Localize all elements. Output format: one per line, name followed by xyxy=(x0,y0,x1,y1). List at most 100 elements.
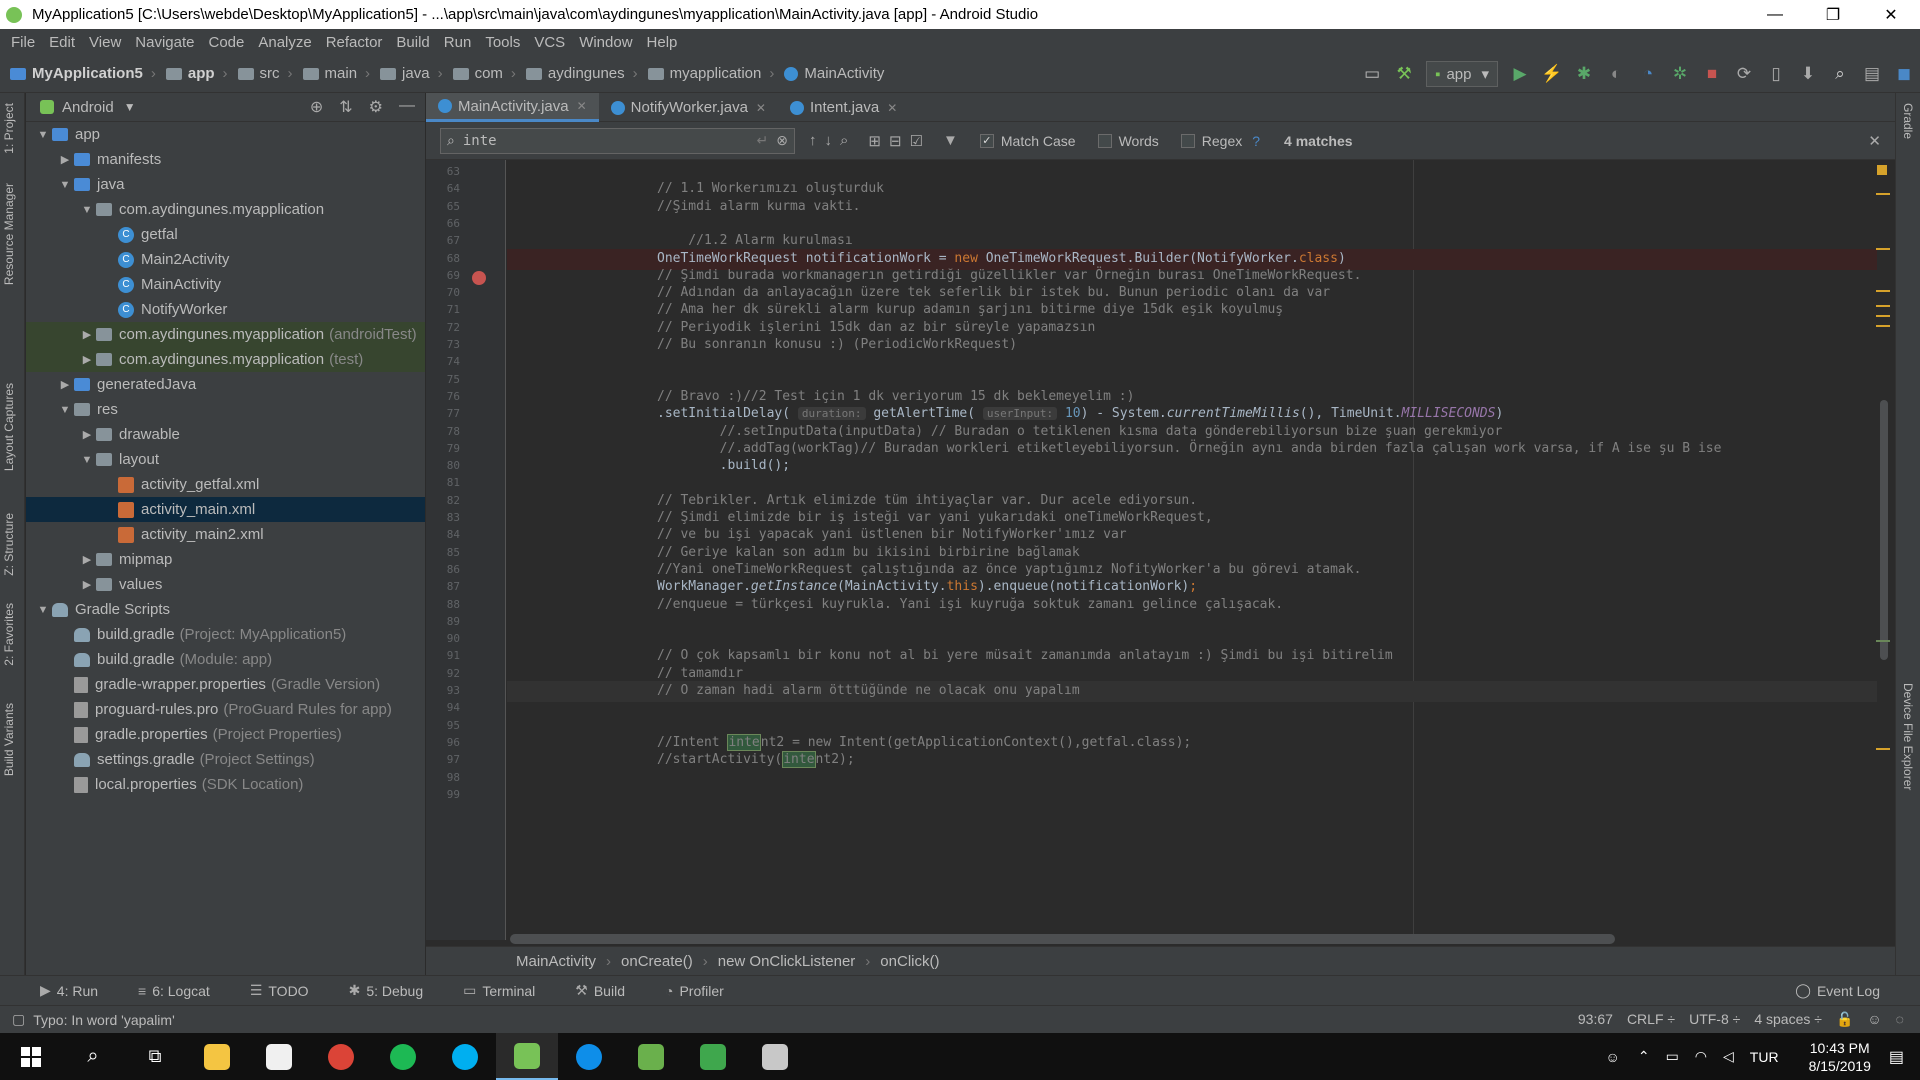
menu-item-analyze[interactable]: Analyze xyxy=(251,34,318,51)
tree-item[interactable]: ▼ Gradle Scripts xyxy=(26,597,425,622)
menu-item-tools[interactable]: Tools xyxy=(478,34,527,51)
close-button[interactable]: ✕ xyxy=(1862,0,1920,29)
breadcrumb-item[interactable]: onClick() xyxy=(880,953,939,970)
taskbar-app[interactable] xyxy=(310,1033,372,1080)
code-line[interactable]: //Şimdi alarm kurma vakti. xyxy=(657,199,861,214)
tree-item[interactable]: ▶ mipmap xyxy=(26,547,425,572)
sdk-manager-icon[interactable]: ⬇ xyxy=(1792,55,1824,93)
taskbar-app[interactable] xyxy=(620,1033,682,1080)
line-number-gutter[interactable]: 63 64 65 66 67 68 69 70 71 72 73 74 75 76 77 78 79 80 81 82… xyxy=(426,160,506,940)
tree-item[interactable]: local.properties (SDK Location) xyxy=(26,772,425,797)
error-stripe-mark[interactable] xyxy=(1876,248,1890,250)
status-toggle-icon[interactable]: ▢ xyxy=(12,1011,25,1028)
tool-window-terminal[interactable]: ▭ Terminal xyxy=(463,982,535,999)
attach-process-icon[interactable]: ✲ xyxy=(1664,55,1696,93)
hide-icon[interactable]: — xyxy=(399,97,415,117)
code-line[interactable]: // Bravo :)//2 Test için 1 dk veriyorum … xyxy=(657,389,1134,404)
caret-position[interactable]: 93:67 xyxy=(1578,1011,1613,1028)
chevron-up-icon[interactable]: ⌃ xyxy=(1638,1048,1650,1065)
tree-item[interactable]: C NotifyWorker xyxy=(26,297,425,322)
tree-item[interactable]: ▼ java xyxy=(26,172,425,197)
task-view-button[interactable]: ⧉ xyxy=(124,1033,186,1080)
code-line[interactable]: // Geriye kalan son adım bu ikisini birb… xyxy=(657,545,1080,560)
words-checkbox[interactable]: Words xyxy=(1097,133,1159,149)
expanded-arrow-icon[interactable]: ▼ xyxy=(56,404,74,416)
clock[interactable]: 10:43 PM 8/15/2019 xyxy=(1809,1039,1871,1075)
collapsed-arrow-icon[interactable]: ▶ xyxy=(78,428,96,441)
filter-icon[interactable]: ▼ xyxy=(943,132,958,150)
layout-icon[interactable]: ▭ xyxy=(1356,55,1388,93)
error-stripe-mark[interactable] xyxy=(1876,193,1890,195)
code-line[interactable]: // 1.1 Workerımızı oluşturduk xyxy=(657,181,884,196)
nav-crumb[interactable]: MainActivity xyxy=(784,65,884,82)
tree-item[interactable]: build.gradle (Module: app) xyxy=(26,647,425,672)
close-tab-icon[interactable]: ✕ xyxy=(887,101,897,115)
nav-crumb[interactable]: com › xyxy=(452,65,516,82)
expanded-arrow-icon[interactable]: ▼ xyxy=(34,129,52,141)
account-icon[interactable]: ◼ xyxy=(1888,55,1920,93)
line-separator[interactable]: CRLF ÷ xyxy=(1627,1011,1675,1028)
menu-item-help[interactable]: Help xyxy=(640,34,685,51)
expanded-arrow-icon[interactable]: ▼ xyxy=(34,604,52,616)
tool-window-4-run[interactable]: ▶ 4: Run xyxy=(40,982,98,999)
search-icon[interactable]: ⌕ xyxy=(447,132,455,149)
regex-help-link[interactable]: ? xyxy=(1252,133,1260,149)
sync-gradle-icon[interactable]: ⟳ xyxy=(1728,55,1760,93)
taskbar-app[interactable] xyxy=(744,1033,806,1080)
tree-item[interactable]: proguard-rules.pro (ProGuard Rules for ap… xyxy=(26,697,425,722)
menu-item-build[interactable]: Build xyxy=(389,34,436,51)
regex-checkbox[interactable]: Regex ? xyxy=(1180,133,1260,149)
find-input[interactable] xyxy=(462,132,713,149)
tool-window-profiler[interactable]: ◔ Profiler xyxy=(665,983,724,999)
inspector-icon[interactable]: ☺ xyxy=(1867,1011,1881,1028)
nav-crumb[interactable]: src › xyxy=(237,65,293,82)
expanded-arrow-icon[interactable]: ▼ xyxy=(78,204,96,216)
minimize-button[interactable]: — xyxy=(1746,0,1804,29)
tree-item[interactable]: ▶ com.aydingunes.myapplication (test) xyxy=(26,347,425,372)
tree-item[interactable]: ▶ manifests xyxy=(26,147,425,172)
project-view-select[interactable]: Android xyxy=(62,99,114,116)
collapsed-arrow-icon[interactable]: ▶ xyxy=(78,578,96,591)
run-config-select[interactable]: ▪ app ▾ xyxy=(1426,61,1498,87)
expanded-arrow-icon[interactable]: ▼ xyxy=(56,179,74,191)
editor-tab-notifyworker-java[interactable]: NotifyWorker.java ✕ xyxy=(599,93,778,122)
code-line[interactable]: // Şimdi burada workmanagerın getirdiği … xyxy=(657,268,1361,283)
code-line[interactable]: // Periyodik işlerini 15dk dan az bir sü… xyxy=(657,320,1095,335)
restore-button[interactable]: ❐ xyxy=(1804,0,1862,29)
collapsed-arrow-icon[interactable]: ▶ xyxy=(56,378,74,391)
tree-item[interactable]: build.gradle (Project: MyApplication5) xyxy=(26,622,425,647)
close-tab-icon[interactable]: ✕ xyxy=(577,99,587,113)
tool-tab-build-variants[interactable]: Build Variants xyxy=(2,703,16,776)
select-all-occurrences-icon[interactable]: ☑ xyxy=(910,132,923,150)
next-occurrence-icon[interactable]: ↓ xyxy=(825,132,833,150)
menu-item-run[interactable]: Run xyxy=(437,34,479,51)
tool-window-6-logcat[interactable]: ≡ 6: Logcat xyxy=(138,983,210,999)
lock-icon[interactable]: 🔓 xyxy=(1836,1011,1853,1028)
code-line[interactable]: // Ama her dk sürekli alarm kurup adamın… xyxy=(657,302,1283,317)
code-line[interactable]: // ve bu işi yapacak yani üstlenen bir N… xyxy=(657,527,1127,542)
event-log-button[interactable]: ◯ Event Log xyxy=(1795,982,1880,999)
search-icon[interactable]: ⌕ xyxy=(1824,55,1856,93)
code-line[interactable]: //enqueue = türkçesi kuyrukla. Yani işi … xyxy=(657,597,1283,612)
taskbar-app[interactable] xyxy=(558,1033,620,1080)
tree-item[interactable]: activity_main.xml xyxy=(26,497,425,522)
debug-icon[interactable]: ✱ xyxy=(1568,55,1600,93)
menu-item-edit[interactable]: Edit xyxy=(42,34,82,51)
breadcrumb-item[interactable]: onCreate() xyxy=(621,953,693,970)
taskbar-app[interactable] xyxy=(372,1033,434,1080)
collapsed-arrow-icon[interactable]: ▶ xyxy=(56,153,74,166)
file-encoding[interactable]: UTF-8 ÷ xyxy=(1689,1011,1740,1028)
tool-tab-2-favorites[interactable]: 2: Favorites xyxy=(2,603,16,666)
code-line[interactable]: // tamamdır xyxy=(657,666,743,681)
menu-item-refactor[interactable]: Refactor xyxy=(319,34,390,51)
tree-item[interactable]: ▼ layout xyxy=(26,447,425,472)
code-line[interactable]: // Adından da anlayacağın üzere tek sefe… xyxy=(657,285,1330,300)
clear-icon[interactable]: ⊗ xyxy=(776,132,788,149)
tree-item[interactable]: Cgetfal xyxy=(26,222,425,247)
taskbar-app[interactable] xyxy=(682,1033,744,1080)
code-line[interactable]: //.addTag(workTag)// Buradan workleri et… xyxy=(657,441,1722,456)
newline-icon[interactable]: ↵ xyxy=(757,132,769,149)
tree-item[interactable]: ▼ app xyxy=(26,122,425,147)
code-line[interactable]: // Şimdi elimizde bir iş isteği var yani… xyxy=(657,510,1213,525)
tree-item[interactable]: gradle.properties (Project Properties) xyxy=(26,722,425,747)
